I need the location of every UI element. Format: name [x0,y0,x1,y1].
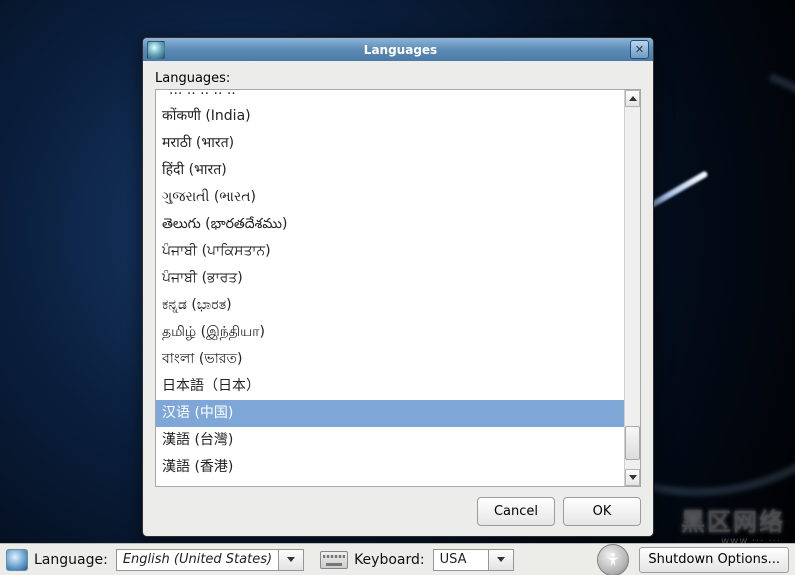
list-item[interactable]: 漢語 (香港) [156,454,624,481]
close-icon: ✕ [635,43,644,56]
language-label: Language: [34,552,108,568]
list-item[interactable]: ಕನ್ನಡ (ಭಾರತ) [156,292,624,319]
languages-dialog: Languages ✕ Languages: ˇ··· ·· ·· ·· ··क… [142,37,654,537]
dialog-titlebar[interactable]: Languages ✕ [143,38,653,61]
list-item[interactable]: తెలుగు (భారతదేశము) [156,211,624,238]
list-item[interactable]: मराठी (भारत) [156,130,624,157]
list-label: Languages: [155,71,641,86]
scrollbar[interactable] [624,90,640,486]
dialog-title: Languages [171,43,630,57]
dialog-body: Languages: ˇ··· ·· ·· ·· ··कोंकणी (India… [143,61,653,536]
scroll-down-button[interactable] [625,469,640,486]
list-item[interactable]: ਪੰਜਾਬੀ (ਭਾਰਤ) [156,265,624,292]
list-item[interactable]: 汉语 (中国) [156,400,624,427]
bottom-panel: Language: English (United States) Keyboa… [0,543,795,575]
keyboard-combo-value: USA [433,549,488,571]
keyboard-combo[interactable]: USA [433,549,514,571]
list-item[interactable]: தமிழ் (இந்தியா) [156,319,624,346]
list-item[interactable]: বাংলা (ভারত) [156,346,624,373]
list-item[interactable]: हिंदी (भारत) [156,157,624,184]
scroll-thumb[interactable] [625,426,640,460]
language-icon [6,549,28,571]
language-combo-value: English (United States) [116,549,278,571]
desktop-background: Languages ✕ Languages: ˇ··· ·· ·· ·· ··क… [0,0,795,575]
keyboard-icon [320,551,348,569]
scroll-track[interactable] [625,107,640,469]
language-combo[interactable]: English (United States) [116,549,304,571]
list-item[interactable]: ਪੰਜਾਬੀ (ਪਾਕਿਸਤਾਨ) [156,238,624,265]
scroll-up-button[interactable] [625,90,640,107]
list-item[interactable]: कोंकणी (India) [156,103,624,130]
watermark-text: 黑区网络 [681,502,785,537]
keyboard-combo-button[interactable] [488,549,514,571]
list-item[interactable]: 漢語 (台灣) [156,427,624,454]
close-button[interactable]: ✕ [630,40,649,59]
language-combo-button[interactable] [278,549,304,571]
list-item[interactable]: 日本語（日本） [156,373,624,400]
keyboard-label: Keyboard: [354,552,425,568]
list-item[interactable]: ˇ··· ·· ·· ·· ·· [156,90,624,103]
list-item[interactable]: ગુજરાતી (ભારત) [156,184,624,211]
language-list-container: ˇ··· ·· ·· ·· ··कोंकणी (India)मराठी (भार… [155,89,641,487]
chevron-down-icon [629,475,637,480]
dialog-icon [147,41,165,59]
language-list[interactable]: ˇ··· ·· ·· ·· ··कोंकणी (India)मराठी (भार… [156,90,624,486]
shutdown-options-button[interactable]: Shutdown Options... [639,547,789,573]
accessibility-icon[interactable] [597,544,629,575]
cancel-button[interactable]: Cancel [477,497,555,526]
dialog-button-row: Cancel OK [155,487,641,526]
chevron-down-icon [497,557,505,562]
chevron-down-icon [287,557,295,562]
ok-button[interactable]: OK [563,497,641,526]
person-icon [604,551,622,569]
chevron-up-icon [629,96,637,101]
